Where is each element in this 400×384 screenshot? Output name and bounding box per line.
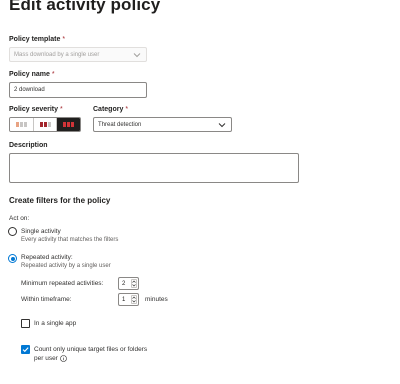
policy-name-input[interactable]: 2 download bbox=[9, 82, 147, 98]
timeframe-stepper[interactable]: 1 bbox=[118, 293, 139, 306]
timeframe-value: 1 bbox=[122, 296, 126, 303]
repeated-activity-label[interactable]: Repeated activity: bbox=[21, 254, 73, 261]
single-app-label[interactable]: In a single app bbox=[34, 320, 76, 327]
stepper-down-button[interactable] bbox=[132, 284, 136, 288]
stepper-arrows bbox=[131, 279, 137, 288]
category-label-text: Category bbox=[93, 106, 124, 113]
policy-name-value: 2 download bbox=[14, 87, 45, 93]
required-mark: * bbox=[60, 106, 63, 113]
single-activity-label[interactable]: Single activity bbox=[21, 228, 61, 235]
severity-bar-icon bbox=[19, 122, 23, 127]
repeated-activity-radio[interactable] bbox=[8, 254, 17, 263]
policy-name-label-text: Policy name bbox=[9, 71, 50, 78]
single-activity-sublabel: Every activity that matches the filters bbox=[21, 237, 119, 243]
act-on-label: Act on: bbox=[9, 215, 30, 222]
required-mark: * bbox=[51, 71, 55, 78]
policy-template-label: Policy template * bbox=[9, 36, 65, 43]
severity-bar-icon bbox=[39, 122, 43, 127]
severity-bar-icon bbox=[63, 122, 67, 127]
category-value: Threat detection bbox=[98, 121, 142, 128]
policy-severity-label: Policy severity * bbox=[9, 106, 63, 113]
stepper-down-button[interactable] bbox=[132, 300, 136, 304]
severity-low-button[interactable] bbox=[10, 118, 34, 131]
description-textarea[interactable] bbox=[9, 153, 299, 183]
policy-template-label-text: Policy template bbox=[9, 36, 61, 43]
required-mark: * bbox=[62, 36, 66, 43]
unique-targets-label-line1[interactable]: Count only unique target files or folder… bbox=[34, 346, 147, 353]
severity-high-button[interactable] bbox=[57, 118, 80, 131]
min-repeated-stepper[interactable]: 2 bbox=[118, 277, 139, 290]
policy-template-dropdown[interactable]: Mass download by a single user bbox=[9, 47, 147, 62]
description-label: Description bbox=[9, 142, 48, 149]
min-repeated-label: Minimum repeated activities: bbox=[21, 280, 104, 287]
repeated-activity-sublabel: Repeated activity by a single user bbox=[21, 263, 111, 269]
severity-bar-icon bbox=[71, 122, 75, 127]
chevron-down-icon bbox=[218, 122, 226, 127]
info-icon[interactable] bbox=[60, 355, 67, 362]
checkmark-icon bbox=[22, 347, 29, 353]
unique-targets-label-line2-wrap: per user bbox=[34, 355, 67, 362]
policy-name-label: Policy name * bbox=[9, 71, 55, 78]
min-repeated-value: 2 bbox=[122, 280, 126, 287]
single-activity-radio[interactable] bbox=[8, 227, 17, 236]
page-title: Edit activity policy bbox=[9, 0, 161, 14]
filters-section-title: Create filters for the policy bbox=[9, 196, 111, 205]
unique-targets-checkbox[interactable] bbox=[21, 345, 30, 354]
category-dropdown[interactable]: Threat detection bbox=[93, 117, 232, 132]
chevron-down-icon bbox=[132, 300, 136, 303]
timeframe-unit: minutes bbox=[145, 296, 168, 303]
severity-bar-icon bbox=[43, 122, 47, 127]
severity-selector bbox=[9, 117, 81, 132]
required-mark: * bbox=[125, 106, 129, 113]
severity-bar-icon bbox=[23, 122, 27, 127]
chevron-down-icon bbox=[132, 284, 136, 287]
severity-bar-icon bbox=[67, 122, 71, 127]
stepper-arrows bbox=[131, 295, 137, 304]
policy-template-value: Mass download by a single user bbox=[14, 51, 100, 58]
chevron-down-icon bbox=[133, 52, 141, 57]
single-app-checkbox[interactable] bbox=[21, 319, 30, 328]
category-label: Category * bbox=[93, 106, 128, 113]
severity-bar-icon bbox=[47, 122, 51, 127]
severity-bar-icon bbox=[15, 122, 19, 127]
unique-targets-label-line2[interactable]: per user bbox=[34, 355, 58, 362]
severity-medium-button[interactable] bbox=[33, 118, 58, 131]
timeframe-label: Within timeframe: bbox=[21, 296, 72, 303]
policy-severity-label-text: Policy severity bbox=[9, 106, 59, 113]
